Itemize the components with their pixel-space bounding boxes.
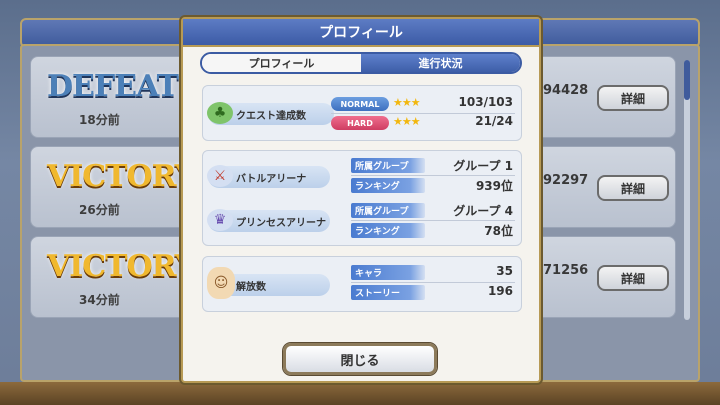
unlocks-section: 解放数 ☺ キャラ 35 ストーリー 196: [202, 256, 522, 312]
match-result: VICTORY: [47, 249, 196, 284]
close-button[interactable]: 閉じる: [283, 343, 437, 375]
chara-key: キャラ: [351, 265, 425, 280]
battle-arena-rank: 939位: [475, 179, 513, 193]
hard-pill: HARD: [331, 116, 389, 130]
battle-arena-group: グループ 1: [453, 159, 513, 173]
rank-key: ランキング: [351, 178, 425, 193]
group-key: 所属グループ: [351, 203, 425, 218]
story-key: ストーリー: [351, 285, 425, 300]
scrollbar[interactable]: [684, 60, 690, 320]
detail-button[interactable]: 詳細: [597, 175, 669, 201]
princess-arena-group: グループ 4: [453, 204, 513, 218]
divider: [351, 282, 515, 283]
character-icon: ☺: [207, 267, 235, 299]
tab-profile[interactable]: プロフィール: [202, 54, 361, 72]
match-result: DEFEAT: [47, 69, 179, 104]
opponent-id: 71256: [543, 263, 589, 278]
group-key: 所属グループ: [351, 158, 425, 173]
hard-clear-count: 21/24: [475, 114, 513, 128]
match-time: 26分前: [79, 203, 120, 217]
battle-arena-icon: ⚔: [207, 165, 233, 187]
divider: [351, 175, 515, 176]
detail-button[interactable]: 詳細: [597, 265, 669, 291]
match-time: 34分前: [79, 293, 120, 307]
scrollbar-thumb[interactable]: [684, 60, 690, 100]
quest-section: クエスト達成数 ♣ NORMAL ★★★ 103/103 HARD ★★★ 21…: [202, 85, 522, 141]
story-count: 196: [487, 284, 513, 298]
profile-modal: プロフィール プロフィール 進行状況 クエスト達成数 ♣ NORMAL ★★★ …: [181, 17, 541, 383]
tree-icon: ♣: [207, 102, 233, 124]
opponent-id: 92297: [543, 173, 589, 188]
princess-arena-icon: ♛: [207, 209, 233, 231]
normal-clear-count: 103/103: [458, 95, 513, 109]
hard-stars: ★★★: [393, 115, 421, 128]
bottom-nav: [0, 382, 720, 405]
opponent-id: 94428: [543, 83, 589, 98]
match-result: VICTORY: [47, 159, 196, 194]
modal-title: プロフィール: [183, 19, 539, 47]
detail-button[interactable]: 詳細: [597, 85, 669, 111]
chara-count: 35: [496, 264, 513, 278]
princess-arena-rank: 78位: [484, 224, 513, 238]
tab-progress[interactable]: 進行状況: [361, 54, 520, 72]
match-time: 18分前: [79, 113, 120, 127]
arena-section: バトルアリーナ ⚔ 所属グループ グループ 1 ランキング 939位 プリンセス…: [202, 150, 522, 246]
normal-pill: NORMAL: [331, 97, 389, 111]
rank-key: ランキング: [351, 223, 425, 238]
normal-stars: ★★★: [393, 96, 421, 109]
divider: [351, 220, 515, 221]
tab-bar: プロフィール 進行状況: [200, 52, 522, 74]
